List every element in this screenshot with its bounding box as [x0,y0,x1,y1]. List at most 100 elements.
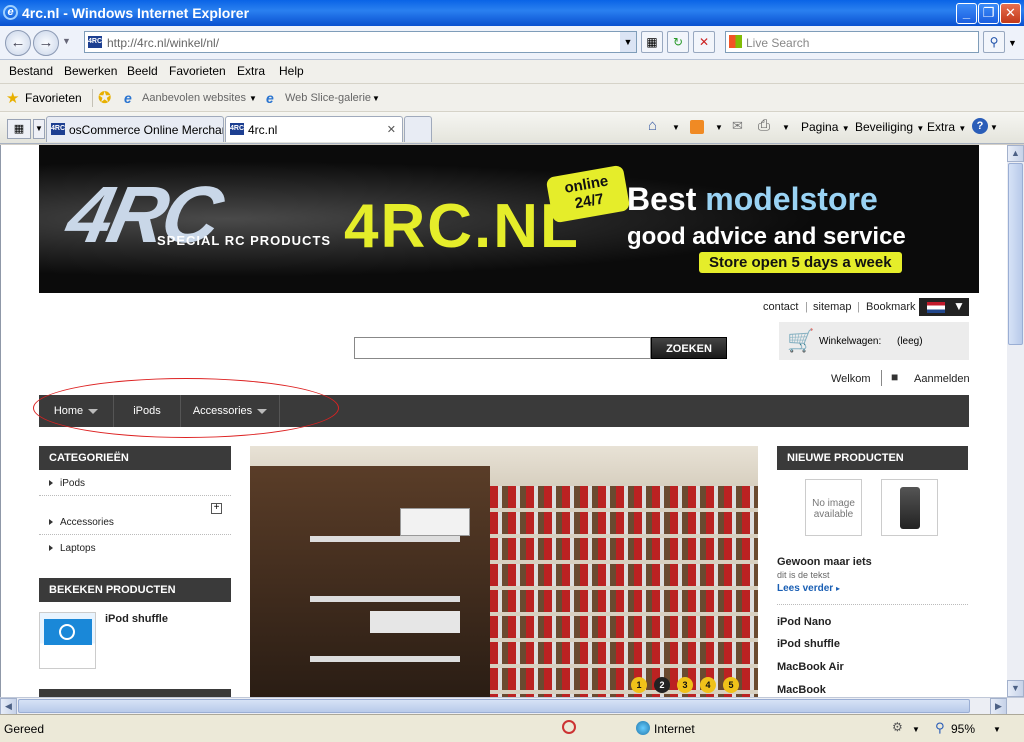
home-icon[interactable]: ⌂ [648,117,657,134]
history-dropdown-icon[interactable]: ▼ [62,36,71,46]
bullet-icon [49,480,53,487]
suggested-dropdown-icon[interactable]: ▼ [249,94,257,103]
user-icon: ■ [891,370,899,384]
tab-oscommerce[interactable]: 4RC osCommerce Online Merchan... [46,116,224,142]
category-ipods-label: iPods [60,478,86,489]
menu-beeld[interactable]: Beeld [127,64,158,78]
bookmark-link[interactable]: Bookmark [866,301,916,313]
favorites-button[interactable]: Favorieten [25,91,82,105]
search-input[interactable] [354,337,651,359]
vertical-scrollbar[interactable]: ▲ ▼ [1007,145,1024,697]
scroll-right-icon[interactable]: ▶ [990,698,1007,715]
no-image-placeholder[interactable]: No image available [805,479,862,536]
address-dropdown-icon[interactable]: ▼ [620,32,636,52]
category-accessories-label: Accessories [60,517,114,528]
shopping-cart-icon: 🛒 [787,328,815,353]
tools-menu[interactable]: Extra ▼ [927,120,966,134]
slider-page-4[interactable]: 4 [700,677,716,693]
print-icon[interactable]: ⎙ [758,117,770,134]
viewed-product-image[interactable] [39,612,96,669]
live-search-logo-icon [729,35,742,48]
new-product-image[interactable] [881,479,938,536]
zoom-dropdown-icon[interactable]: ▼ [993,725,1001,734]
scroll-down-icon[interactable]: ▼ [1007,680,1024,697]
featured-product-name[interactable]: Gewoon maar iets [777,556,872,568]
forward-button[interactable]: → [33,30,59,56]
slider-page-5[interactable]: 5 [723,677,739,693]
tab-4rc[interactable]: 4RC 4rc.nl ✕ [225,116,403,142]
quick-tabs-icon[interactable]: ▦ [7,119,31,139]
minimize-button[interactable]: _ [956,3,977,24]
shelf [310,536,460,542]
new-tab-button[interactable] [404,116,432,142]
link-separator: | [857,301,860,313]
refresh-icon[interactable]: ↻ [667,31,689,53]
help-icon[interactable]: ? [972,118,988,134]
protected-dropdown-icon[interactable]: ▼ [912,725,920,734]
category-laptops[interactable]: Laptops [49,543,96,554]
menu-favorieten[interactable]: Favorieten [169,64,226,78]
sitemap-link[interactable]: sitemap [813,301,852,313]
ipod-nano-image [900,487,920,529]
rss-feed-icon[interactable] [690,120,704,134]
horizontal-scrollbar[interactable]: ◀ ▶ [0,697,1024,715]
suggested-sites-link[interactable]: Aanbevolen websites [142,92,246,104]
cart-box[interactable]: 🛒 Winkelwagen: (leeg) [779,322,969,360]
contact-link[interactable]: contact [763,301,798,313]
welcome-text: Welkom [831,373,871,385]
help-dropdown-icon[interactable]: ▼ [990,123,998,132]
read-mail-icon[interactable]: ✉ [732,118,743,134]
print-dropdown-icon[interactable]: ▼ [782,123,790,132]
new-product-item[interactable]: MacBook [777,684,826,696]
live-search-input[interactable]: Live Search [725,31,979,53]
close-button[interactable]: ✕ [1000,3,1021,24]
menu-bewerken[interactable]: Bewerken [64,64,117,78]
horizontal-scroll-thumb[interactable] [18,699,970,713]
language-selector[interactable]: ▼ [919,298,969,316]
home-dropdown-icon[interactable]: ▼ [672,123,680,132]
favorites-star-icon: ★ [6,90,20,107]
menu-extra[interactable]: Extra [237,64,265,78]
new-product-item[interactable]: iPod Nano [777,616,831,628]
webslice-dropdown-icon[interactable]: ▼ [372,94,380,103]
new-product-item[interactable]: MacBook Air [777,661,844,673]
store-photo-slider[interactable] [250,446,758,697]
slider-page-2[interactable]: 2 [654,677,670,693]
tab-list-icon[interactable]: ▼ [33,119,45,139]
read-more-link[interactable]: Lees verder ▸ [777,583,840,594]
add-favorite-icon[interactable]: ✪ [98,88,111,108]
maximize-button[interactable]: ❐ [978,3,999,24]
login-link[interactable]: Aanmelden [914,373,970,385]
zone-label: Internet [654,722,695,736]
protected-mode-icon[interactable]: ⚙ [892,720,903,734]
compatibility-view-icon[interactable]: ▦ [641,31,663,53]
vertical-scroll-thumb[interactable] [1008,163,1023,345]
slider-page-3[interactable]: 3 [677,677,693,693]
scroll-left-icon[interactable]: ◀ [0,698,17,715]
new-product-item[interactable]: iPod shuffle [777,638,840,650]
category-ipods[interactable]: iPods [49,478,85,489]
rss-dropdown-icon[interactable]: ▼ [715,123,723,132]
menu-help[interactable]: Help [279,64,304,78]
back-button[interactable]: ← [5,30,31,56]
close-tab-icon[interactable]: ✕ [387,123,396,136]
webslice-gallery-link[interactable]: Web Slice-galerie [285,92,371,104]
menu-bestand[interactable]: Bestand [9,64,53,78]
divider [777,604,968,605]
blocked-content-icon[interactable] [562,720,576,734]
security-menu[interactable]: Beveiliging ▼ [855,120,924,134]
search-go-icon[interactable]: ⚲ [983,31,1005,53]
page-menu[interactable]: Pagina ▼ [801,120,850,134]
slider-page-1[interactable]: 1 [631,677,647,693]
scroll-up-icon[interactable]: ▲ [1007,145,1024,162]
window-title: 4rc.nl - Windows Internet Explorer [22,5,250,21]
category-accessories[interactable]: Accessories [49,517,114,528]
search-options-icon[interactable]: ▼ [1008,38,1017,48]
stop-icon[interactable]: ✕ [693,31,715,53]
zoom-level[interactable]: 95% [951,722,975,736]
address-input[interactable]: 4RC http://4rc.nl/winkel/nl/ ▼ [84,31,637,53]
expand-plus-icon[interactable]: + [211,503,222,514]
search-button[interactable]: ZOEKEN [651,337,727,359]
site-banner[interactable]: 4RC SPECIAL RC PRODUCTS 4RC.NL online 24… [39,145,979,293]
viewed-product-name[interactable]: iPod shuffle [105,613,168,625]
